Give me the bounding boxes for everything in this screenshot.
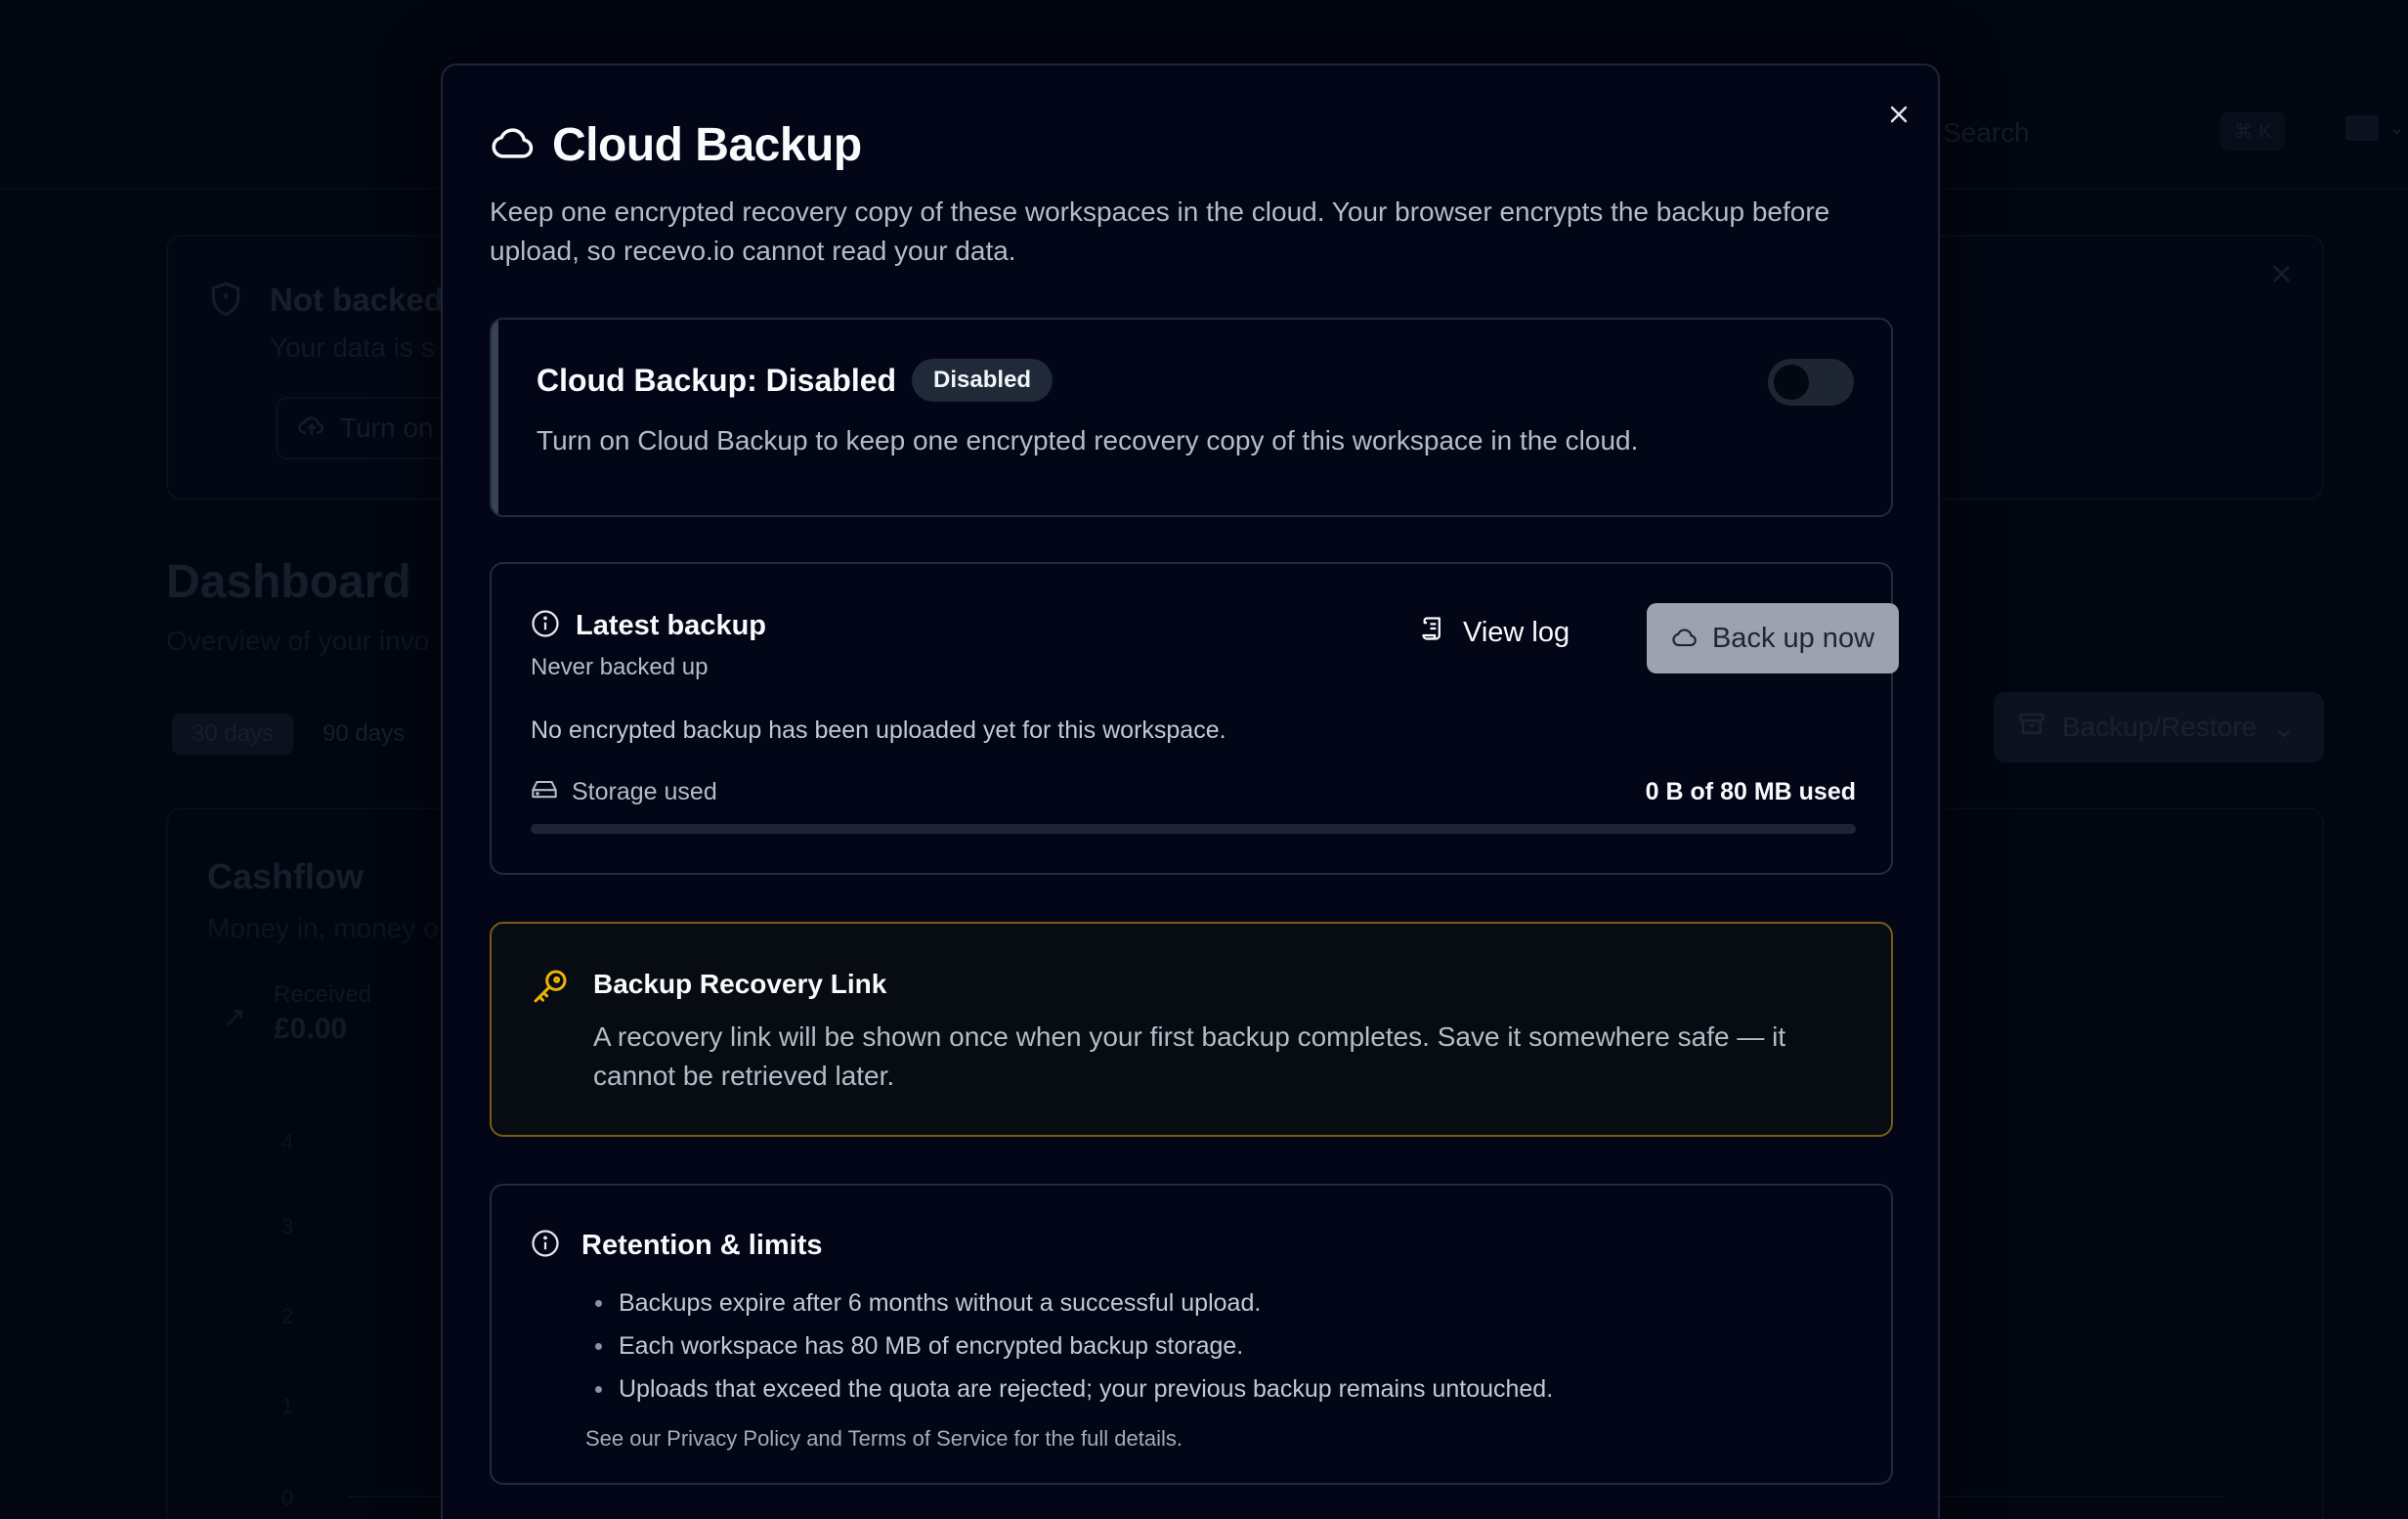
- view-log-button[interactable]: View log: [1400, 599, 1589, 666]
- cloud-backup-toggle[interactable]: [1768, 359, 1854, 406]
- recovery-link-description: A recovery link will be shown once when …: [593, 1021, 1786, 1091]
- storage-label: Storage used: [572, 778, 717, 805]
- dialog-title: Cloud Backup: [552, 119, 862, 171]
- dialog-header: Cloud Backup: [490, 118, 862, 172]
- key-icon: [531, 967, 570, 1011]
- dialog-description: Keep one encrypted recovery copy of thes…: [490, 196, 1830, 266]
- storage-row: Storage used 0 B of 80 MB used: [531, 777, 1856, 807]
- status-accent-bar: [492, 320, 498, 515]
- scroll-log-icon: [1420, 615, 1447, 650]
- close-icon[interactable]: [1879, 95, 1918, 134]
- retention-title-row: Retention & limits: [531, 1229, 823, 1263]
- status-title: Cloud Backup: Disabled: [537, 362, 897, 398]
- retention-list: Backups expire after 6 months without a …: [593, 1281, 1553, 1410]
- list-item: Backups expire after 6 months without a …: [593, 1281, 1553, 1324]
- latest-backup-description: No encrypted backup has been uploaded ye…: [531, 716, 1226, 744]
- status-badge: Disabled: [912, 359, 1054, 402]
- back-up-now-label: Back up now: [1711, 622, 1875, 654]
- storage-label-group: Storage used: [531, 777, 717, 807]
- list-item: Uploads that exceed the quota are reject…: [593, 1367, 1553, 1410]
- hard-drive-icon: [531, 777, 558, 807]
- storage-progress-bar: [531, 824, 1856, 834]
- back-up-now-button[interactable]: Back up now: [1647, 603, 1899, 673]
- cloud-icon: [1671, 623, 1698, 655]
- status-description: Turn on Cloud Backup to keep one encrypt…: [537, 425, 1639, 456]
- retention-panel: Retention & limits Backups expire after …: [490, 1184, 1893, 1485]
- view-log-label: View log: [1463, 616, 1570, 648]
- info-icon: [531, 1229, 560, 1263]
- info-icon: [531, 609, 560, 643]
- recovery-link-title: Backup Recovery Link: [593, 969, 887, 999]
- retention-title: Retention & limits: [581, 1230, 823, 1261]
- recovery-link-panel: Backup Recovery Link A recovery link wil…: [490, 922, 1893, 1137]
- cloud-backup-dialog: Cloud Backup Keep one encrypted recovery…: [441, 64, 1940, 1519]
- latest-backup-status: Never backed up: [531, 654, 709, 680]
- latest-title-row: Latest backup: [531, 609, 766, 643]
- list-item: Each workspace has 80 MB of encrypted ba…: [593, 1324, 1553, 1367]
- backup-status-panel: Cloud Backup: Disabled Disabled Turn on …: [490, 318, 1893, 517]
- latest-backup-panel: Latest backup Never backed up View log B…: [490, 562, 1899, 875]
- toggle-knob: [1774, 365, 1809, 400]
- status-title-row: Cloud Backup: Disabled Disabled: [537, 359, 1054, 402]
- latest-backup-title: Latest backup: [576, 610, 766, 641]
- cloud-icon: [490, 125, 537, 165]
- storage-used-text: 0 B of 80 MB used: [1645, 778, 1856, 805]
- retention-note: See our Privacy Policy and Terms of Serv…: [585, 1426, 1182, 1451]
